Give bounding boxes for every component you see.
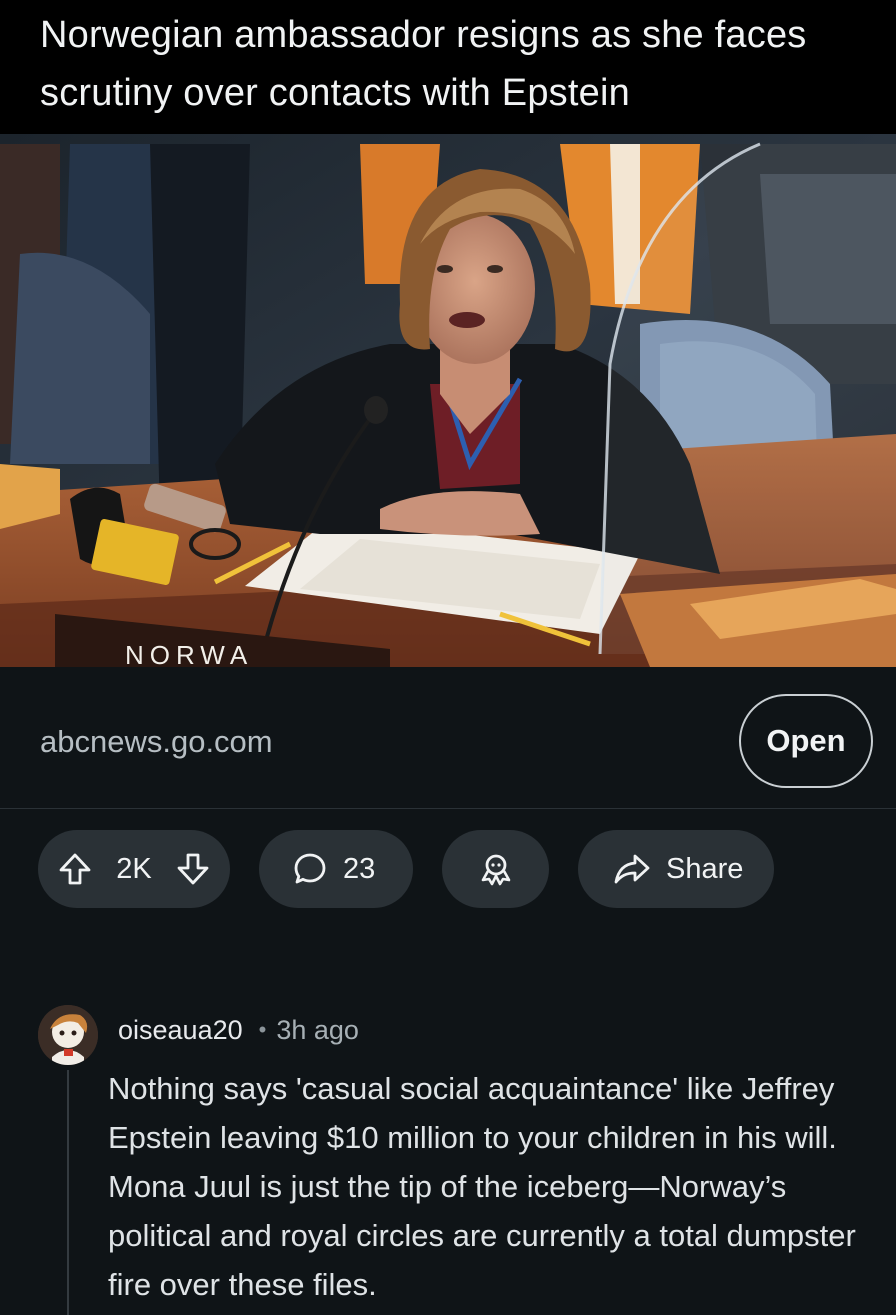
- comment-username[interactable]: oiseaua20: [118, 1012, 243, 1048]
- comment-body: Nothing says 'casual social acquaintance…: [108, 1071, 856, 1302]
- upvote-icon[interactable]: [58, 852, 92, 886]
- vote-pill: 2K: [38, 830, 230, 908]
- share-icon: [613, 852, 651, 886]
- news-photo: NORWA: [0, 134, 896, 667]
- comment-meta: oiseaua20 • 3h ago: [118, 1012, 359, 1048]
- meta-separator: •: [258, 1017, 267, 1042]
- award-button[interactable]: [442, 830, 549, 908]
- comments-button[interactable]: 23: [259, 830, 413, 908]
- downvote-icon[interactable]: [176, 852, 210, 886]
- post-image[interactable]: NORWA: [0, 134, 896, 667]
- comment-timestamp: 3h ago: [276, 1015, 359, 1045]
- post-title-area: Norwegian ambassador resigns as she face…: [0, 0, 896, 134]
- comment-count: 23: [343, 852, 376, 885]
- avatar[interactable]: [38, 1005, 98, 1065]
- vote-count: 2K: [116, 852, 152, 885]
- open-link-button[interactable]: Open: [739, 694, 873, 788]
- post-title[interactable]: Norwegian ambassador resigns as she face…: [40, 6, 870, 122]
- award-icon: [478, 851, 514, 887]
- nameplate-text: NORWA: [125, 640, 253, 667]
- share-label: Share: [666, 852, 744, 885]
- link-domain[interactable]: abcnews.go.com: [40, 722, 273, 762]
- comment-icon: [292, 851, 328, 887]
- share-button[interactable]: Share: [578, 830, 774, 908]
- user-avatar-image: [38, 1005, 98, 1065]
- comment-thread-line[interactable]: [67, 1070, 69, 1315]
